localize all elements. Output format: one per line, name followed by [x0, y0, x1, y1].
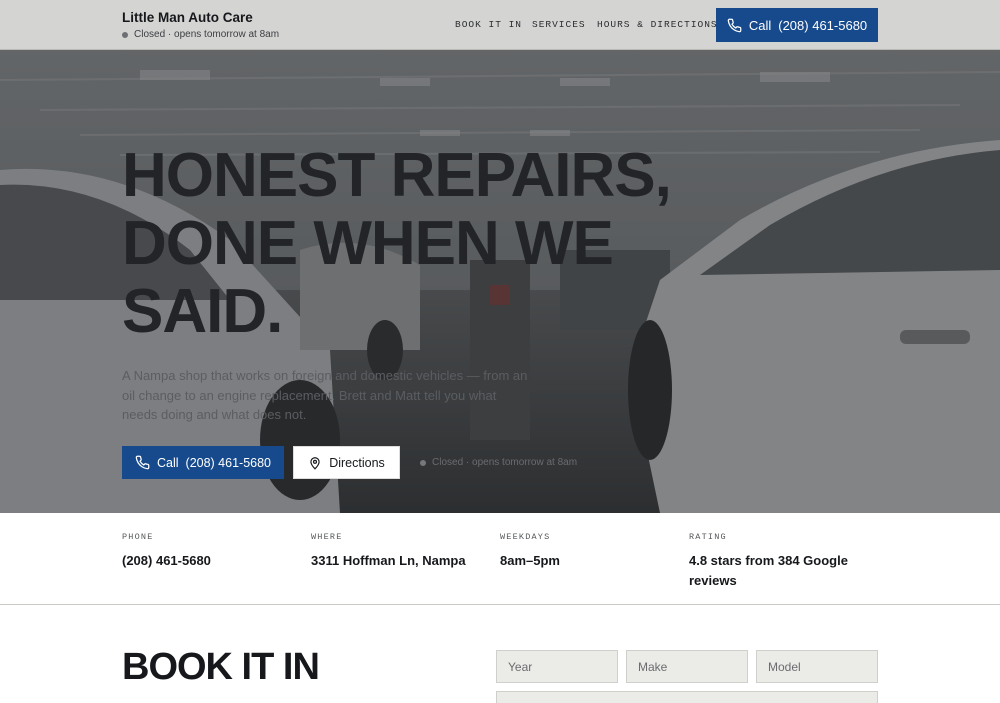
details-field[interactable] — [496, 691, 878, 703]
year-field[interactable]: Year — [496, 650, 618, 683]
header-call-button[interactable]: Call (208) 461-5680 — [716, 8, 878, 42]
info-value[interactable]: (208) 461-5680 — [122, 551, 292, 571]
phone-icon — [135, 455, 150, 470]
info-label: WEEKDAYS — [500, 532, 551, 542]
model-field[interactable]: Model — [756, 650, 878, 683]
open-status-text: Closed · opens tomorrow at 8am — [134, 29, 280, 40]
headline-line-1: HONEST REPAIRS, — [122, 141, 672, 210]
info-strip: PHONE (208) 461-5680 WHERE 3311 Hoffman … — [0, 513, 1000, 605]
hero-open-status-text: Closed · opens tomorrow at 8am — [432, 457, 578, 468]
info-label: WHERE — [311, 532, 343, 542]
hero-open-status: Closed · opens tomorrow at 8am — [420, 457, 577, 468]
headline-line-3: SAID. — [122, 277, 283, 346]
directions-label: Directions — [329, 455, 385, 470]
info-where: WHERE 3311 Hoffman Ln, Nampa — [311, 532, 481, 571]
make-field[interactable]: Make — [626, 650, 748, 683]
hero-call-label: Call — [156, 455, 179, 470]
open-status: Closed · opens tomorrow at 8am — [122, 29, 279, 40]
info-label: RATING — [689, 532, 727, 542]
nav-book-it-in[interactable]: BOOK IT IN — [455, 19, 522, 30]
header-call-label: Call — [748, 17, 772, 33]
nav-services[interactable]: SERVICES — [532, 19, 586, 30]
info-weekdays: WEEKDAYS 8am–5pm — [500, 532, 670, 571]
info-rating: RATING 4.8 stars from 384 Google reviews — [689, 532, 878, 590]
hero-phone: (208) 461-5680 — [185, 455, 272, 470]
hero-headline: HONEST REPAIRS, DONE WHEN WE SAID. — [122, 142, 822, 346]
hero-subtext: A Nampa shop that works on foreign and d… — [122, 368, 528, 422]
info-value[interactable]: 3311 Hoffman Ln, Nampa — [311, 551, 481, 571]
info-label: PHONE — [122, 532, 154, 542]
booking-title: BOOK IT IN — [122, 646, 320, 688]
map-pin-icon — [310, 456, 320, 470]
headline-line-2: DONE WHEN WE — [122, 209, 614, 278]
site-header: Little Man Auto Care Closed · opens tomo… — [0, 0, 1000, 50]
hero-call-button[interactable]: Call (208) 461-5680 — [122, 446, 284, 479]
phone-icon — [727, 18, 742, 32]
hero-section: HONEST REPAIRS, DONE WHEN WE SAID. A Nam… — [0, 50, 1000, 513]
info-value: 4.8 stars from 384 Google reviews — [689, 553, 848, 588]
header-phone: (208) 461-5680 — [778, 17, 868, 33]
status-dot — [420, 459, 426, 466]
info-phone: PHONE (208) 461-5680 — [122, 532, 292, 571]
directions-button[interactable]: Directions — [293, 446, 400, 479]
info-value: 8am–5pm — [500, 553, 560, 568]
brand-name[interactable]: Little Man Auto Care — [122, 10, 253, 25]
nav-hours-directions[interactable]: HOURS & DIRECTIONS — [597, 19, 718, 30]
status-dot — [122, 31, 128, 38]
